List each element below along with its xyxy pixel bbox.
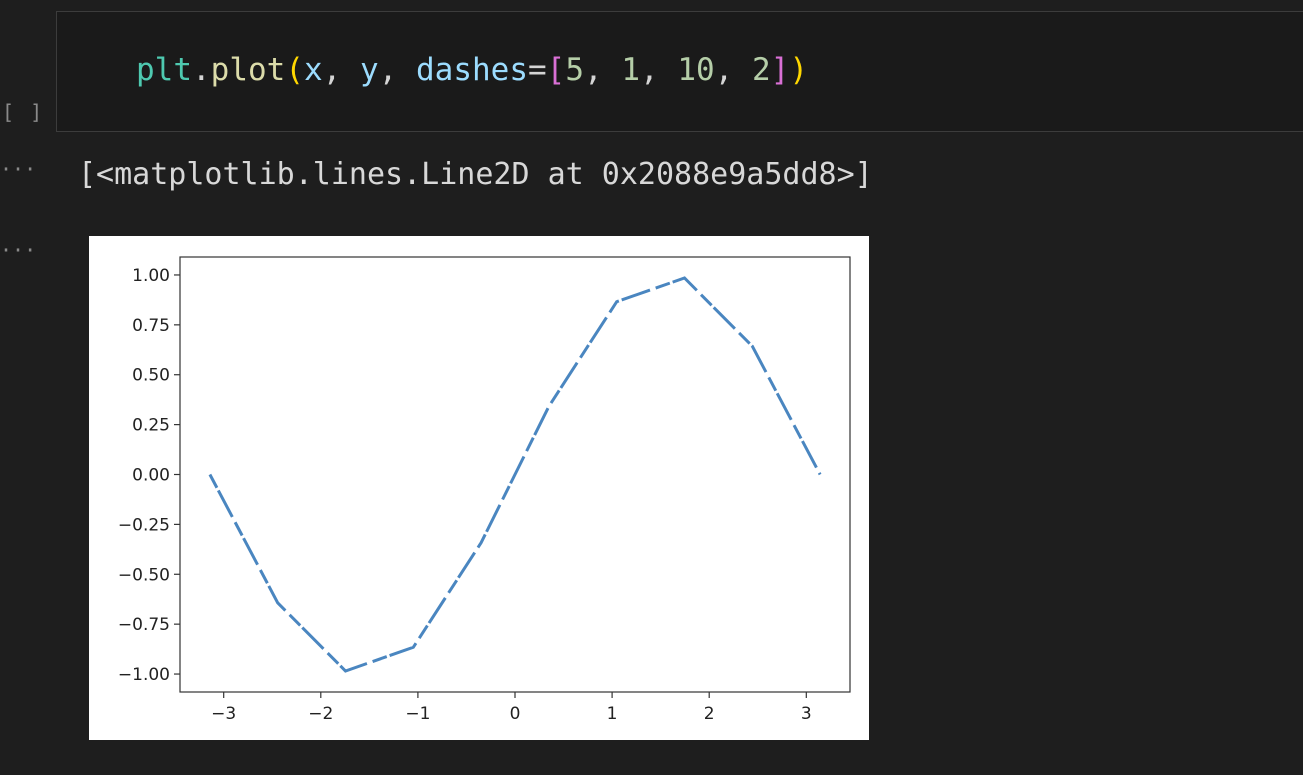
code-comma: , <box>714 52 752 88</box>
code-open-paren: ( <box>285 52 304 88</box>
code-kwarg: dashes <box>416 52 528 88</box>
code-line[interactable]: plt.plot(x, y, dashes=[5, 1, 10, 2]) <box>136 52 808 88</box>
y-tick-label: −0.25 <box>118 515 170 535</box>
x-tick-label: 0 <box>510 704 521 724</box>
code-open-bracket: [ <box>546 52 566 88</box>
x-tick-label: −1 <box>405 704 430 724</box>
execution-count[interactable]: [ ] <box>2 100 44 124</box>
code-close-paren: ) <box>789 52 808 88</box>
y-tick-label: 0.25 <box>132 416 170 436</box>
y-tick-label: 1.00 <box>132 266 170 286</box>
x-tick-label: −2 <box>308 704 333 724</box>
code-comma: , <box>322 52 360 88</box>
y-tick-label: 0.00 <box>132 466 170 486</box>
y-tick-label: 0.75 <box>132 316 170 336</box>
x-tick-label: 1 <box>607 704 618 724</box>
y-tick-label: −0.50 <box>118 565 170 585</box>
code-number: 2 <box>751 52 771 88</box>
output-ellipsis-icon[interactable]: ··· <box>0 157 36 181</box>
code-comma: , <box>378 52 416 88</box>
code-number: 10 <box>677 52 715 88</box>
y-tick-label: 0.50 <box>132 366 170 386</box>
y-tick-label: −1.00 <box>118 665 170 685</box>
code-number: 5 <box>565 52 584 88</box>
code-equals: = <box>527 52 547 88</box>
x-tick-label: −3 <box>211 704 236 724</box>
code-arg-x: x <box>304 52 323 88</box>
code-comma: , <box>640 52 678 88</box>
code-comma: , <box>584 52 622 88</box>
y-tick-label: −0.75 <box>118 615 170 635</box>
output-ellipsis-icon[interactable]: ··· <box>0 238 36 262</box>
code-module: plt <box>136 52 192 88</box>
code-dot: . <box>192 52 211 88</box>
code-arg-y: y <box>360 52 379 88</box>
output-text: [<matplotlib.lines.Line2D at 0x2088e9a5d… <box>78 157 873 192</box>
code-cell-editor[interactable]: plt.plot(x, y, dashes=[5, 1, 10, 2]) <box>56 11 1303 132</box>
x-tick-label: 2 <box>704 704 715 724</box>
code-function: plot <box>210 52 286 88</box>
code-number: 1 <box>621 52 640 88</box>
series-line <box>208 276 822 673</box>
plot-output: 1.00 0.75 0.50 0.25 0.00 −0.25 −0.50 −0.75 −1.00… <box>89 236 869 740</box>
x-tick-label: 3 <box>801 704 812 724</box>
line-chart: 1.00 0.75 0.50 0.25 0.00 −0.25 −0.50 −0.75 −1.00… <box>118 256 851 724</box>
code-close-bracket: ] <box>770 52 790 88</box>
